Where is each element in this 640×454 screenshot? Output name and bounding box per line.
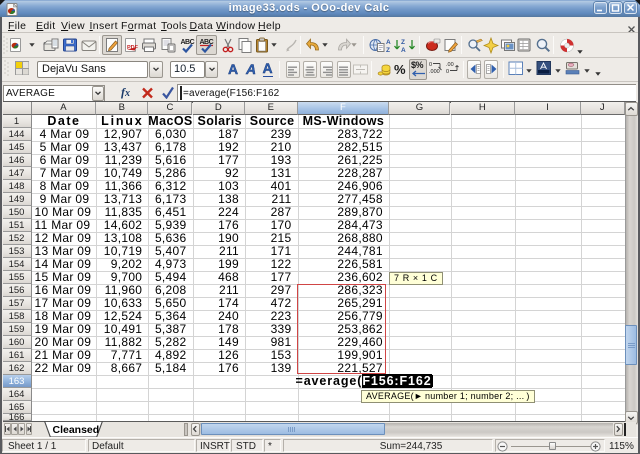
svg-text:.00: .00: [446, 62, 454, 68]
svg-text:A: A: [386, 39, 391, 46]
svg-text:Z: Z: [386, 47, 390, 54]
svg-text:0: 0: [429, 62, 432, 68]
svg-text:.000: .000: [429, 69, 440, 75]
svg-text:0: 0: [446, 69, 449, 75]
svg-text:Z: Z: [401, 39, 405, 46]
svg-text:A: A: [401, 47, 406, 54]
svg-text:PDF: PDF: [127, 45, 139, 51]
